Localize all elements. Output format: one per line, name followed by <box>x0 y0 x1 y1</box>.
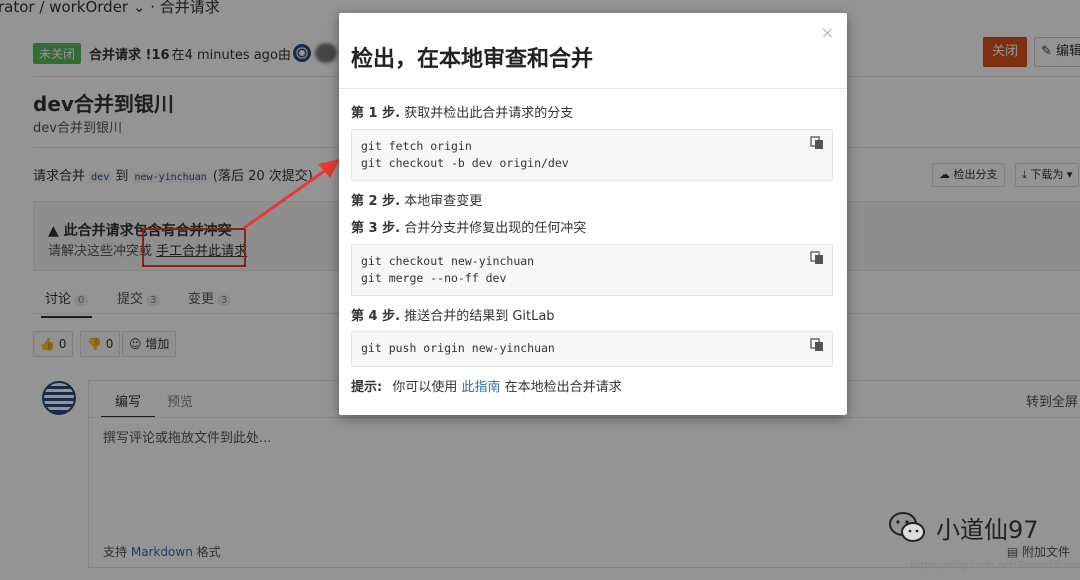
step-text: 合并分支并修复出现的任何冲突 <box>404 221 587 236</box>
checkout-modal: 检出，在本地审查和合并 × 第 1 步. 获取并检出此合并请求的分支 git f… <box>339 13 847 415</box>
code-line: git merge --no-ff dev <box>361 271 507 285</box>
hint-suffix: 在本地检出合并请求 <box>504 380 622 395</box>
hint-label: 提示: <box>351 380 383 395</box>
step-2: 第 2 步. 本地审查变更 <box>351 190 482 209</box>
step-1: 第 1 步. 获取并检出此合并请求的分支 <box>351 102 573 121</box>
code-line: git push origin new-yinchuan <box>361 341 555 355</box>
modal-hint: 提示: 你可以使用 此指南 在本地检出合并请求 <box>351 376 622 395</box>
copy-icon[interactable] <box>810 251 824 265</box>
code-block-step4[interactable]: git push origin new-yinchuan <box>351 331 833 367</box>
code-line: git checkout new-yinchuan <box>361 254 535 268</box>
copy-icon[interactable] <box>810 338 824 352</box>
modal-title: 检出，在本地审查和合并 <box>351 47 594 72</box>
step-3: 第 3 步. 合并分支并修复出现的任何冲突 <box>351 217 586 236</box>
watermark-url: https://blog.csdn.net/Tomwildboar <box>910 560 1080 571</box>
step-label: 第 1 步. <box>351 106 401 121</box>
hint-prefix: 你可以使用 <box>392 380 458 395</box>
step-label: 第 3 步. <box>351 221 401 236</box>
step-text: 本地审查变更 <box>404 194 483 209</box>
watermark-text: 小道仙97 <box>936 516 1039 544</box>
guide-link[interactable]: 此指南 <box>462 380 501 395</box>
code-block-step1[interactable]: git fetch origin git checkout -b dev ori… <box>351 129 833 181</box>
copy-icon[interactable] <box>810 136 824 150</box>
step-text: 推送合并的结果到 GitLab <box>404 309 555 324</box>
step-text: 获取并检出此合并请求的分支 <box>404 106 574 121</box>
divider <box>339 88 847 89</box>
step-label: 第 4 步. <box>351 309 401 324</box>
code-line: git checkout -b dev origin/dev <box>361 156 569 170</box>
step-label: 第 2 步. <box>351 194 401 209</box>
wechat-icon <box>889 511 925 542</box>
step-4: 第 4 步. 推送合并的结果到 GitLab <box>351 305 555 324</box>
close-icon[interactable]: × <box>821 23 834 42</box>
code-block-step3[interactable]: git checkout new-yinchuan git merge --no… <box>351 244 833 296</box>
code-line: git fetch origin <box>361 139 472 153</box>
watermark: 小道仙97 <box>888 510 1039 545</box>
